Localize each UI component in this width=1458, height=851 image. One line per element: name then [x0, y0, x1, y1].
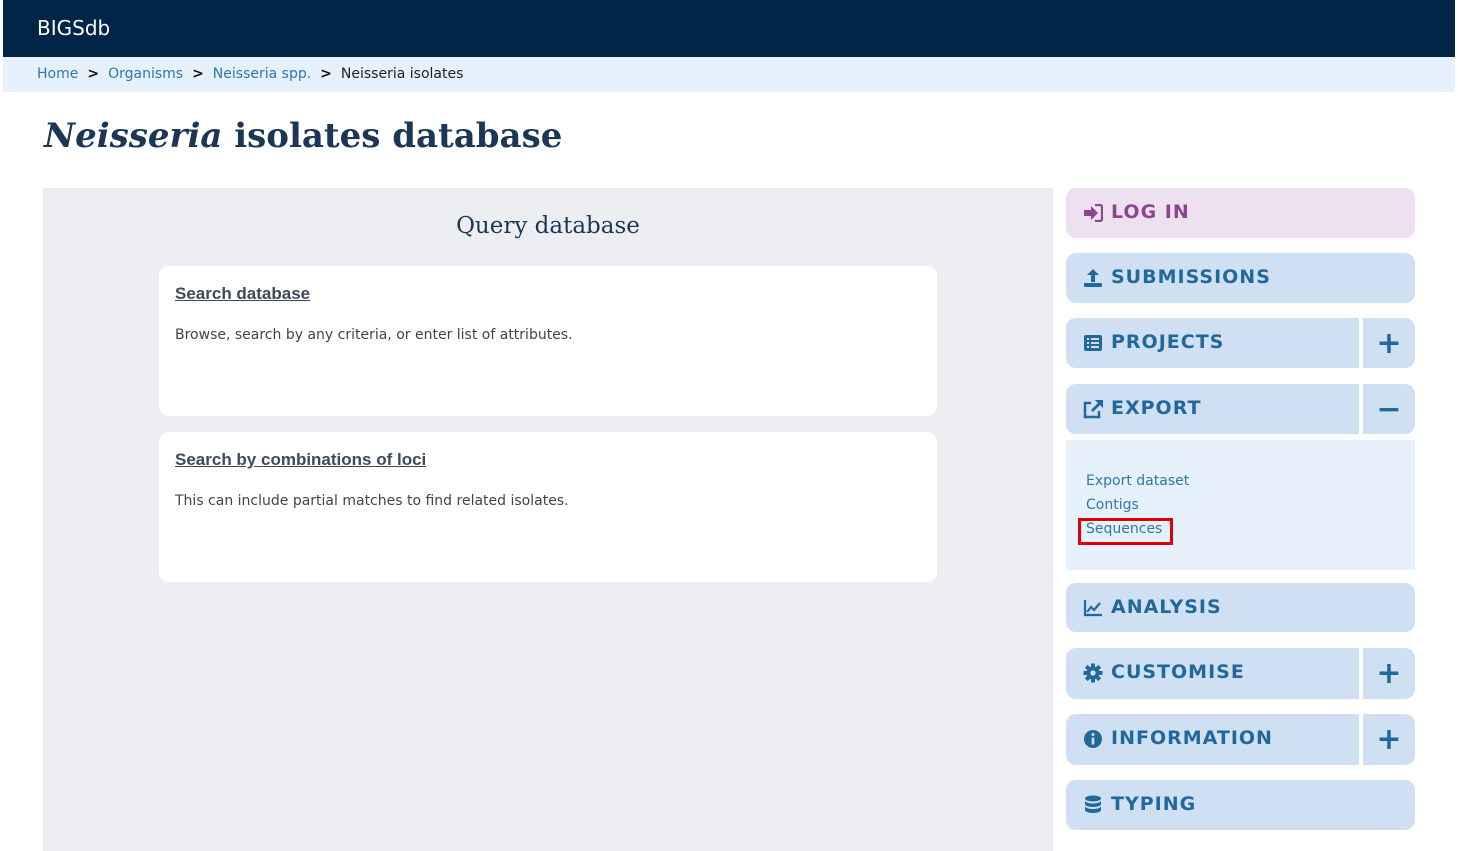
breadcrumb-neisseria-spp[interactable]: Neisseria spp.	[213, 66, 311, 82]
breadcrumb: Home > Organisms > Neisseria spp. > Neis…	[37, 66, 463, 82]
contigs-link[interactable]: Contigs	[1086, 497, 1139, 513]
export-dataset-link[interactable]: Export dataset	[1086, 473, 1189, 489]
export-collapse-button[interactable]: −	[1363, 384, 1415, 434]
breadcrumb-bar: Home > Organisms > Neisseria spp. > Neis…	[3, 57, 1455, 92]
typing-label: TYPING	[1111, 793, 1197, 815]
sign-in-icon	[1082, 202, 1104, 224]
search-loci-description: This can include partial matches to find…	[175, 493, 569, 509]
export-button[interactable]: EXPORT	[1066, 384, 1359, 434]
login-label: LOG IN	[1111, 201, 1190, 223]
projects-label: PROJECTS	[1111, 331, 1225, 353]
page-title-rest: isolates database	[222, 116, 563, 156]
customise-button[interactable]: CUSTOMISE	[1066, 648, 1359, 699]
breadcrumb-home[interactable]: Home	[37, 66, 78, 82]
projects-expand-button[interactable]: +	[1363, 318, 1415, 368]
breadcrumb-separator: >	[320, 66, 332, 82]
brand-logo[interactable]: BIGSdb	[37, 16, 110, 40]
chart-line-icon	[1082, 597, 1104, 619]
search-database-card: Search database Browse, search by any cr…	[159, 266, 937, 416]
submissions-label: SUBMISSIONS	[1111, 266, 1271, 288]
breadcrumb-current: Neisseria isolates	[340, 66, 464, 82]
page-title: Neisseria isolates database	[44, 116, 562, 156]
search-loci-card: Search by combinations of loci This can …	[159, 432, 937, 582]
customise-label: CUSTOMISE	[1111, 661, 1245, 683]
export-submenu: Export dataset Contigs Sequences	[1066, 440, 1415, 570]
export-label: EXPORT	[1111, 397, 1202, 419]
typing-button[interactable]: TYPING	[1066, 780, 1415, 830]
database-icon	[1082, 794, 1104, 816]
top-navbar: BIGSdb	[3, 0, 1455, 57]
information-button[interactable]: INFORMATION	[1066, 714, 1359, 765]
projects-button[interactable]: PROJECTS	[1066, 318, 1359, 368]
submissions-button[interactable]: SUBMISSIONS	[1066, 253, 1415, 303]
customise-expand-button[interactable]: +	[1363, 648, 1415, 699]
info-circle-icon	[1082, 728, 1104, 750]
search-loci-link[interactable]: Search by combinations of loci	[175, 450, 426, 470]
breadcrumb-organisms[interactable]: Organisms	[108, 66, 183, 82]
query-panel-title: Query database	[456, 213, 640, 239]
information-expand-button[interactable]: +	[1363, 714, 1415, 765]
login-button[interactable]: LOG IN	[1066, 188, 1415, 238]
analysis-button[interactable]: ANALYSIS	[1066, 583, 1415, 632]
sequences-highlight-box	[1078, 518, 1173, 545]
search-database-link[interactable]: Search database	[175, 284, 310, 304]
breadcrumb-separator: >	[192, 66, 204, 82]
list-icon	[1082, 332, 1104, 354]
query-panel: Query database Search database Browse, s…	[43, 188, 1053, 851]
breadcrumb-separator: >	[87, 66, 100, 82]
information-label: INFORMATION	[1111, 727, 1273, 749]
upload-icon	[1082, 267, 1104, 289]
page-title-italic: Neisseria	[44, 116, 223, 156]
external-link-icon	[1082, 398, 1104, 420]
gear-icon	[1082, 662, 1104, 684]
analysis-label: ANALYSIS	[1111, 596, 1222, 618]
search-database-description: Browse, search by any criteria, or enter…	[175, 327, 573, 343]
